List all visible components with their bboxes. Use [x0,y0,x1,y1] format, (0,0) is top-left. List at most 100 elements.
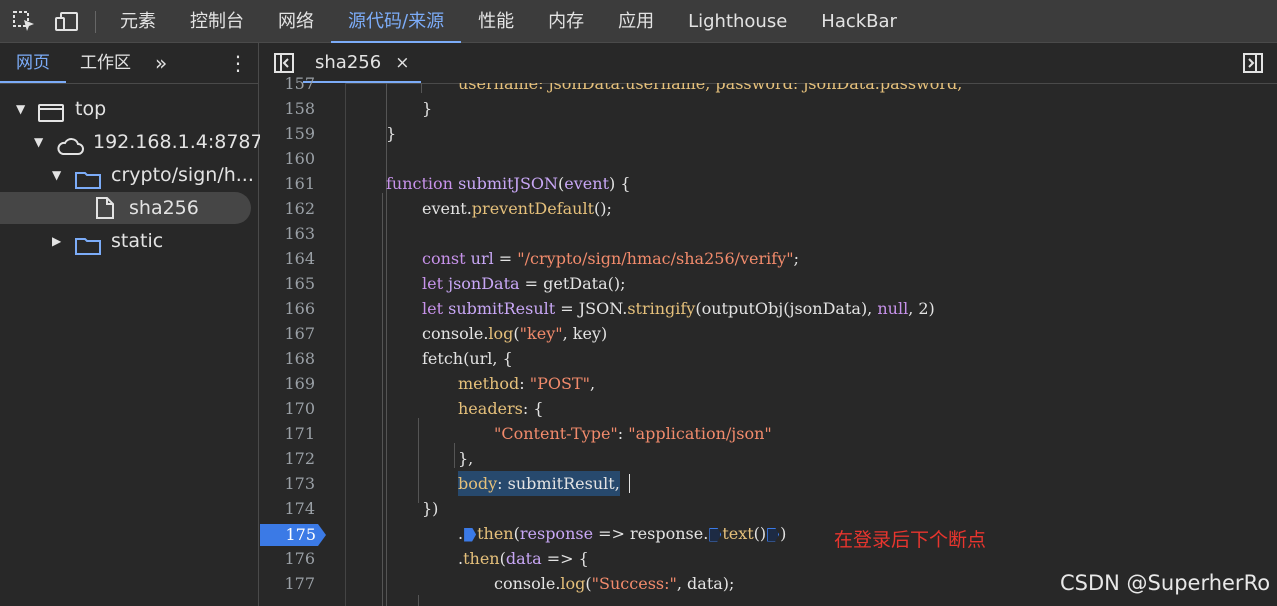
more-options-icon[interactable]: ⋮ [228,43,248,83]
tree-node-folder-crypto[interactable]: ▼ crypto/sign/h... [0,159,258,191]
inline-breakpoint-option-icon[interactable] [709,527,722,542]
code-token: submitJSON [458,174,559,193]
tab-lighthouse[interactable]: Lighthouse [671,0,804,43]
code-token: = JSON. [555,299,628,318]
indent-guide [421,83,422,93]
code-token: : submitResult, [497,474,620,493]
indent-guide [382,193,383,606]
code-token: : [519,374,530,393]
line-number-gutter[interactable]: 157 158 159 160 161 162 163 164 165 166 … [260,74,346,606]
line-number[interactable]: 173 [284,471,315,496]
code-line-162: event.preventDefault(); [422,196,612,221]
tab-elements[interactable]: 元素 [103,0,173,43]
code-line-176: .then(data => { [458,546,589,571]
code-token: => { [541,549,589,568]
code-line-169: method: "POST", [458,371,595,396]
code-token: "/crypto/sign/hmac/sha256/verify" [517,249,794,268]
panel-tabs: 元素 控制台 网络 源代码/来源 性能 内存 应用 Lighthouse Hac… [103,0,914,43]
line-number[interactable]: 168 [284,346,315,371]
more-tabs-icon[interactable]: » [155,43,167,83]
tab-console[interactable]: 控制台 [173,0,261,43]
tree-label-host: 192.168.1.4:8787 [93,131,263,153]
code-line-175: . then(response => response. text()) [458,521,786,546]
code-token: , data); [676,574,735,593]
code-token: ; [793,249,799,268]
line-number[interactable]: 157 [284,71,315,96]
code-token: data [505,549,542,568]
inline-breakpoint-icon[interactable] [464,527,477,542]
code-line-161: function submitJSON(event) { [386,171,631,196]
line-number[interactable]: 176 [284,546,315,571]
code-line-177: console.log("Success:", data); [494,571,734,596]
breakpoint-marker[interactable]: 175 [260,524,326,546]
code-line-168: fetch(url, { [422,349,513,368]
line-number[interactable]: 172 [284,446,315,471]
tree-node-folder-static[interactable]: ▶ static [0,225,258,257]
code-token: console. [422,324,489,343]
code-token: then [477,524,514,543]
tree-label-folder-crypto: crypto/sign/h... [111,164,254,186]
source-editor: sha256 × 157 158 159 160 161 162 163 164 … [260,43,1277,606]
expanded-arrow-icon: ▼ [52,168,62,182]
tab-sources[interactable]: 源代码/来源 [331,0,462,43]
collapsed-arrow-icon: ▶ [52,234,62,248]
line-number[interactable]: 163 [284,221,315,246]
line-number[interactable]: 162 [284,196,315,221]
tree-node-file-sha256[interactable]: sha256 [0,192,251,224]
code-token: preventDefault [471,199,595,218]
line-number[interactable]: 174 [284,496,315,521]
code-area[interactable]: username: jsonData.username, password: j… [346,83,1277,606]
code-token: response [519,524,594,543]
tab-workspace[interactable]: 工作区 [80,43,131,83]
tree-node-host[interactable]: ▼ 192.168.1.4:8787 [0,126,263,158]
line-number[interactable]: 166 [284,296,315,321]
line-number[interactable]: 161 [284,171,315,196]
tab-memory[interactable]: 内存 [531,0,601,43]
line-number[interactable]: 158 [284,96,315,121]
file-navigator: 网页 工作区 » ⋮ ▼ top ▼ 192.168.1.4:8787 ▼ cr… [0,43,263,606]
code-token: , key) [562,324,608,343]
code-token: let [422,299,444,318]
tree-node-top[interactable]: ▼ top [0,93,258,125]
inline-breakpoint-option-icon[interactable] [767,527,780,542]
code-line-158: } [422,99,433,118]
close-tab-icon[interactable]: × [395,53,409,73]
code-token: : { [522,399,544,418]
tab-hackbar[interactable]: HackBar [804,0,914,43]
code-token: then [463,549,500,568]
code-token: () [753,524,767,543]
code-line-164: const url = "/crypto/sign/hmac/sha256/ve… [422,246,799,271]
code-token: text [722,524,754,543]
code-token: ) { [609,174,631,193]
editor-tab-bar: sha256 × [260,43,1277,84]
code-line-165: let jsonData = getData(); [422,271,626,296]
device-toolbar-icon[interactable] [54,10,80,34]
indent-guide [418,595,419,606]
line-number[interactable]: 171 [284,421,315,446]
line-number[interactable]: 167 [284,321,315,346]
code-token: null [877,299,909,318]
indent-guide [454,443,455,468]
tab-performance[interactable]: 性能 [461,0,531,43]
inspect-element-icon[interactable] [12,10,38,34]
watermark: CSDN @SuperherRo [1060,571,1271,595]
code-line-173-selected: body: submitResult, [458,471,620,496]
code-line-159: } [386,124,397,143]
line-number[interactable]: 159 [284,121,315,146]
code-token: const [422,249,466,268]
line-number[interactable]: 170 [284,396,315,421]
line-number[interactable]: 160 [284,146,315,171]
toggle-debugger-icon[interactable] [1243,53,1263,77]
code-token: let [422,274,444,293]
tab-network[interactable]: 网络 [261,0,331,43]
line-number[interactable]: 177 [284,571,315,596]
line-number[interactable]: 165 [284,271,315,296]
code-line-172: }, [458,449,474,468]
code-token: : [617,424,629,443]
line-number[interactable]: 164 [284,246,315,271]
tab-page[interactable]: 网页 [0,43,66,83]
file-tab-sha256[interactable]: sha256 × [303,43,422,83]
tab-application[interactable]: 应用 [601,0,671,43]
line-number[interactable]: 169 [284,371,315,396]
code-token: "Success:" [591,574,677,593]
